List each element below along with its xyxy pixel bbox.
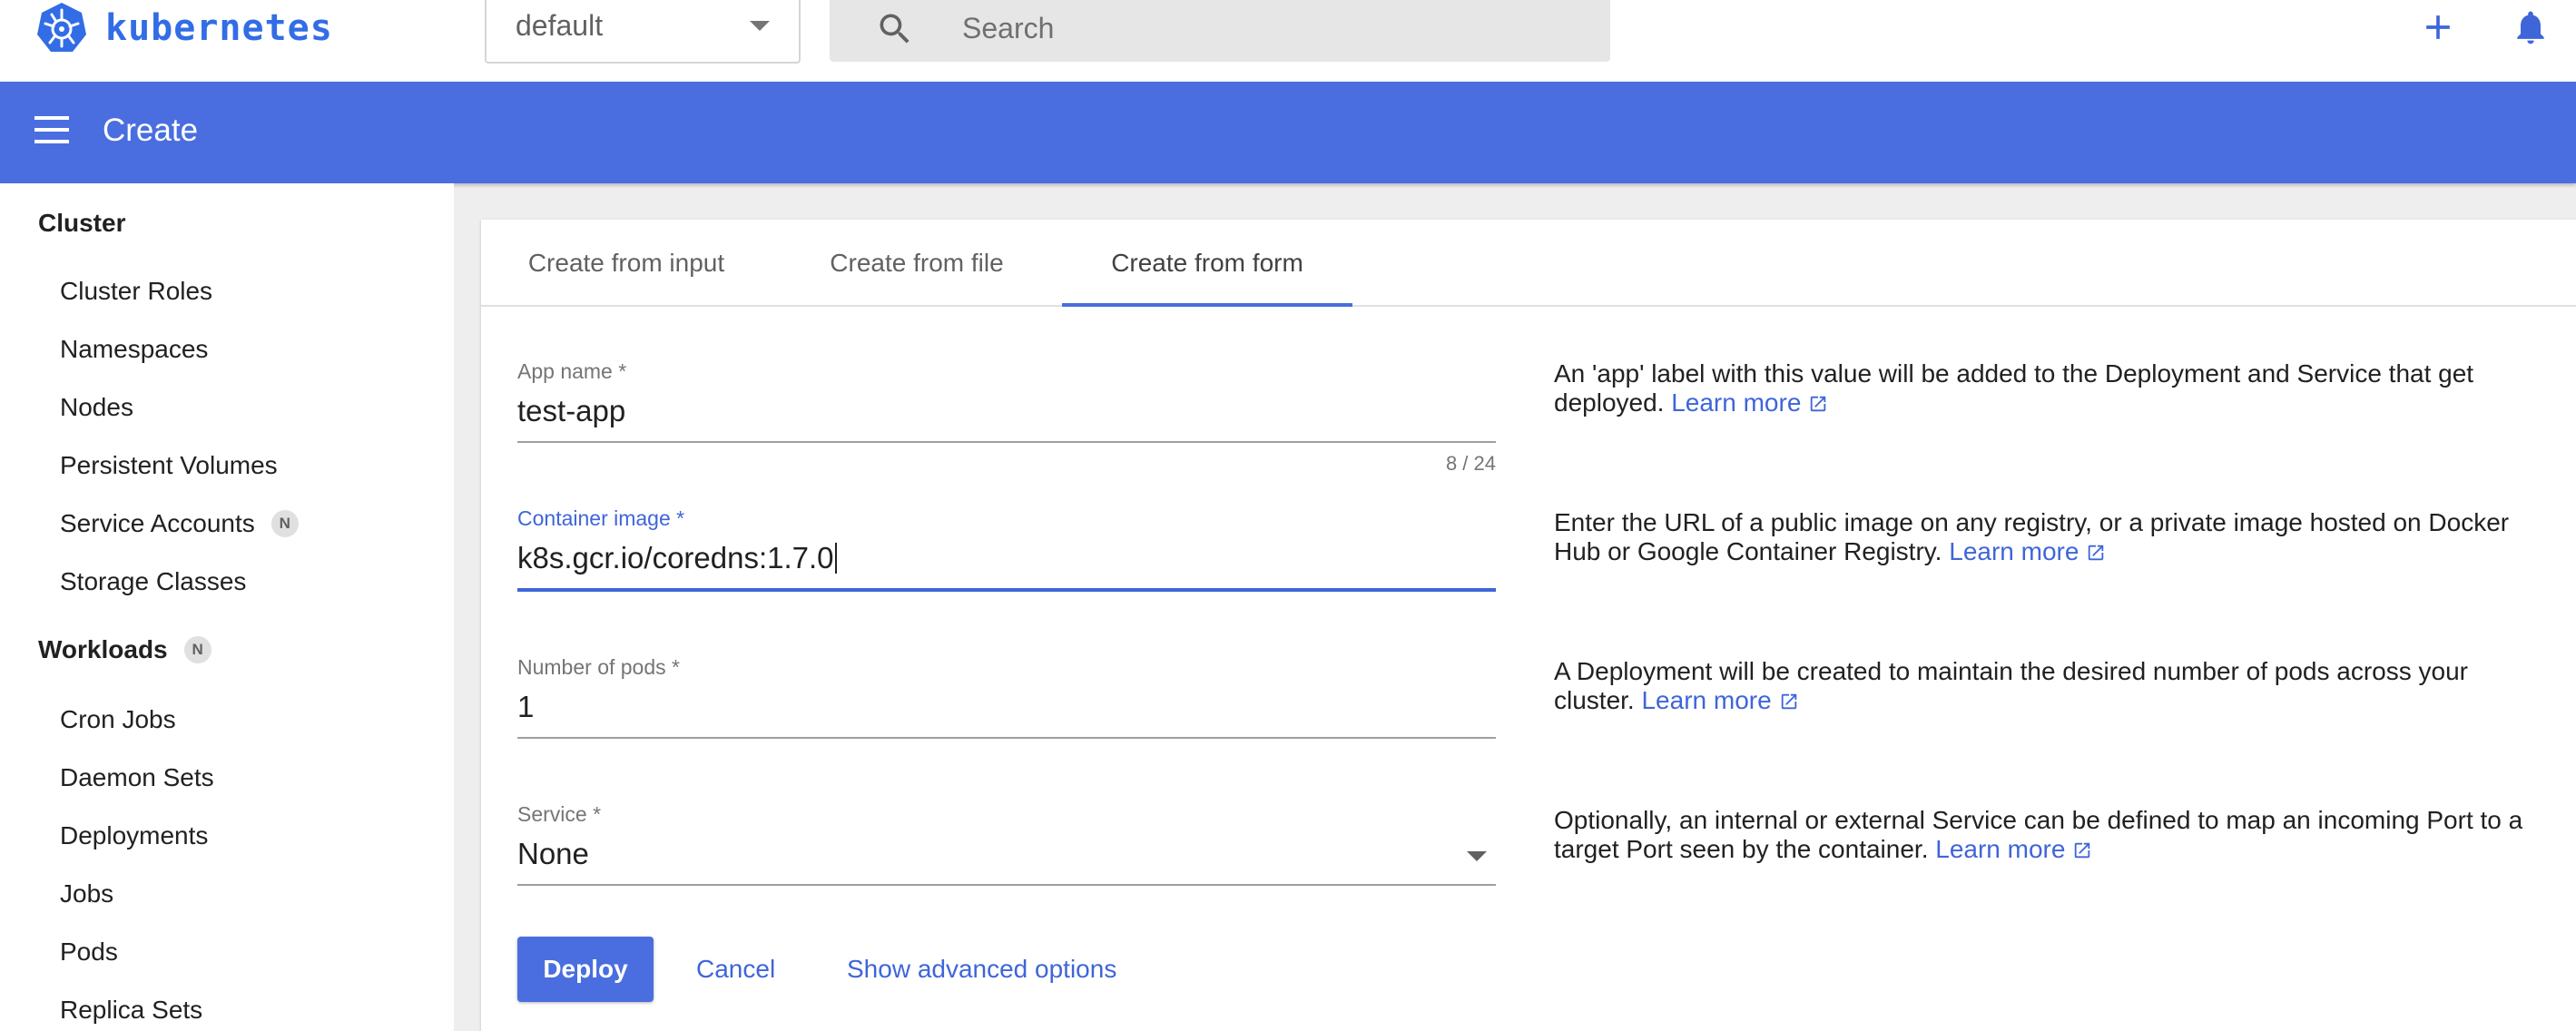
- sidebar-item-nodes[interactable]: Nodes: [60, 393, 133, 422]
- sidebar-item-daemon-sets[interactable]: Daemon Sets: [60, 763, 214, 792]
- external-link-icon: [2075, 842, 2090, 859]
- search-bar[interactable]: [830, 0, 1610, 62]
- pods-label: Number of pods *: [517, 655, 680, 679]
- app-name-counter: 8 / 24: [1445, 452, 1496, 475]
- sidebar-item-cluster-roles[interactable]: Cluster Roles: [60, 277, 212, 306]
- service-label: Service *: [517, 802, 602, 826]
- learn-more-link[interactable]: Learn more: [1641, 686, 1798, 714]
- tab-create-from-input[interactable]: Create from input: [481, 220, 772, 307]
- show-advanced-options-button[interactable]: Show advanced options: [847, 937, 1116, 1002]
- sidebar-section-title: Workloads: [38, 635, 168, 663]
- sidebar-item-storage-classes[interactable]: Storage Classes: [60, 567, 246, 596]
- external-link-icon: [2089, 545, 2104, 561]
- sidebar-item-label: Namespaces: [60, 335, 209, 363]
- sidebar-item-label: Persistent Volumes: [60, 451, 278, 479]
- pods-input[interactable]: 1: [517, 690, 1496, 724]
- sidebar-item-service-accounts[interactable]: Service Accounts N: [60, 509, 299, 538]
- container-image-underline: [517, 588, 1496, 592]
- external-link-icon: [1781, 693, 1796, 710]
- app-name-underline: [517, 441, 1496, 443]
- sidebar-section-cluster[interactable]: Cluster: [38, 209, 125, 238]
- sidebar: Cluster Cluster Roles Namespaces Nodes P…: [0, 183, 454, 1031]
- new-badge: N: [270, 510, 299, 537]
- create-card: Create from input Create from file Creat…: [481, 220, 2576, 1031]
- learn-more-link[interactable]: Learn more: [1935, 835, 2092, 863]
- chevron-down-icon: [750, 21, 770, 31]
- bell-icon[interactable]: [2511, 5, 2551, 49]
- sidebar-item-label: Pods: [60, 938, 118, 966]
- container-image-input[interactable]: k8s.gcr.io/coredns:1.7.0: [517, 541, 1496, 575]
- app-name-help: An 'app' label with this value will be a…: [1554, 359, 2534, 417]
- kubernetes-logo-icon: [37, 3, 86, 52]
- pods-help: A Deployment will be created to maintain…: [1554, 657, 2534, 715]
- brand-name: kubernetes: [105, 7, 333, 49]
- sidebar-item-label: Storage Classes: [60, 567, 247, 595]
- sidebar-item-label: Nodes: [60, 393, 133, 421]
- sidebar-item-namespaces[interactable]: Namespaces: [60, 335, 208, 364]
- deploy-button[interactable]: Deploy: [517, 937, 654, 1002]
- namespace-select[interactable]: default: [485, 0, 801, 64]
- sidebar-section-workloads[interactable]: Workloads N: [38, 635, 211, 664]
- sidebar-item-label: Replica Sets: [60, 996, 203, 1024]
- sidebar-section-title: Cluster: [38, 209, 126, 237]
- active-tab-indicator: [1062, 303, 1352, 307]
- sidebar-item-label: Cluster Roles: [60, 277, 213, 305]
- tab-create-from-file[interactable]: Create from file: [772, 220, 1062, 307]
- sidebar-item-label: Cron Jobs: [60, 705, 176, 733]
- service-value[interactable]: None: [517, 837, 1496, 871]
- app-name-input[interactable]: test-app: [517, 394, 1496, 428]
- search-input[interactable]: [962, 0, 1588, 56]
- page-title: Create: [103, 113, 199, 148]
- app-name-label: App name *: [517, 359, 627, 383]
- container-image-label: Container image *: [517, 506, 685, 530]
- sidebar-item-label: Deployments: [60, 821, 209, 849]
- sidebar-item-label: Daemon Sets: [60, 763, 214, 791]
- pods-underline: [517, 737, 1496, 739]
- service-underline: [517, 884, 1496, 886]
- menu-icon[interactable]: [34, 116, 71, 147]
- sidebar-item-deployments[interactable]: Deployments: [60, 821, 208, 850]
- service-help: Optionally, an internal or external Serv…: [1554, 806, 2534, 864]
- sidebar-item-label: Jobs: [60, 879, 114, 908]
- top-bar: kubernetes default: [0, 0, 2576, 82]
- new-badge: N: [183, 636, 211, 663]
- tab-create-from-form[interactable]: Create from form: [1062, 220, 1352, 307]
- tab-bar: Create from input Create from file Creat…: [481, 220, 2576, 307]
- learn-more-link[interactable]: Learn more: [1949, 537, 2106, 565]
- container-image-help: Enter the URL of a public image on any r…: [1554, 508, 2534, 566]
- sidebar-item-pods[interactable]: Pods: [60, 938, 118, 967]
- search-icon[interactable]: [875, 9, 915, 49]
- sidebar-item-cron-jobs[interactable]: Cron Jobs: [60, 705, 176, 734]
- external-link-icon: [1811, 396, 1826, 412]
- sidebar-item-label: Service Accounts: [60, 509, 255, 537]
- plus-icon[interactable]: [2418, 7, 2458, 47]
- sidebar-item-persistent-volumes[interactable]: Persistent Volumes: [60, 451, 278, 480]
- brand-logo[interactable]: kubernetes: [34, 0, 333, 56]
- chevron-down-icon[interactable]: [1467, 851, 1487, 861]
- cancel-button[interactable]: Cancel: [696, 937, 775, 1002]
- page-header: Create: [0, 82, 2576, 183]
- sidebar-item-replica-sets[interactable]: Replica Sets: [60, 996, 202, 1025]
- learn-more-link[interactable]: Learn more: [1671, 388, 1828, 417]
- text-cursor: [834, 543, 837, 574]
- sidebar-item-jobs[interactable]: Jobs: [60, 879, 113, 908]
- namespace-value: default: [516, 9, 604, 42]
